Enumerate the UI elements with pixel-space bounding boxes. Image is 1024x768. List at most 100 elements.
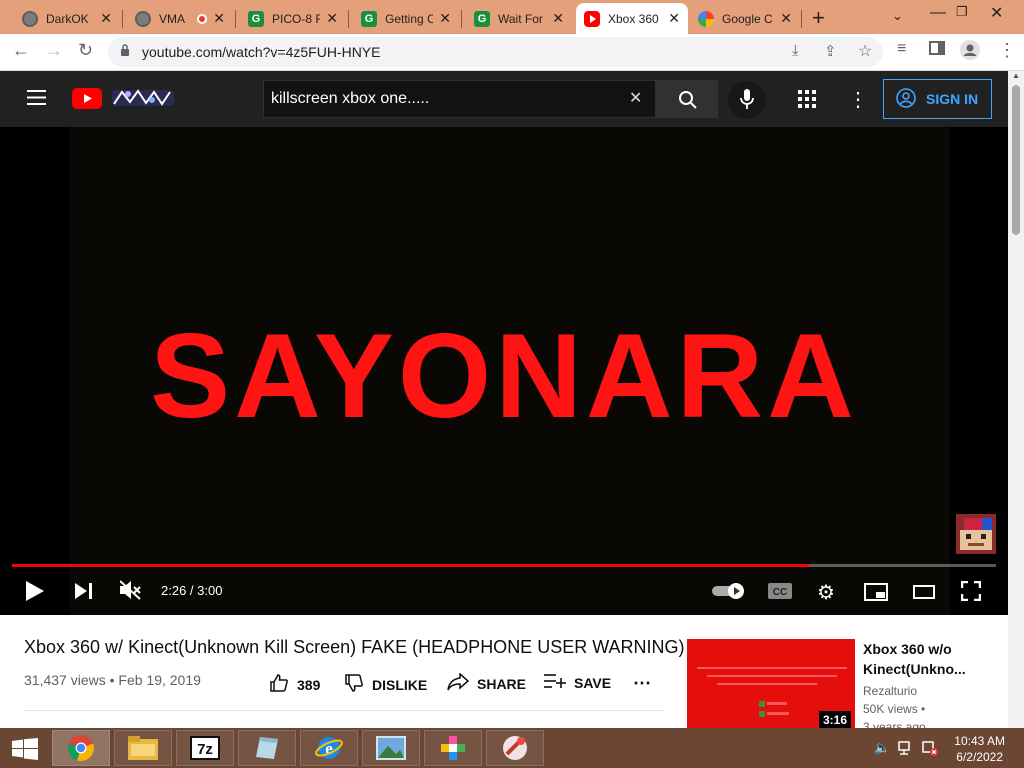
windows-start-icon[interactable] (12, 738, 38, 765)
taskbar-image-viewer[interactable] (362, 730, 420, 766)
new-tab-icon[interactable]: + (812, 5, 825, 31)
like-button[interactable]: 389 (269, 673, 320, 696)
taskbar-clock[interactable]: 10:43 AM 6/2/2022 (954, 733, 1005, 765)
search-input-value: killscreen xbox one..... (271, 90, 430, 107)
page-scrollbar[interactable]: ▲ (1008, 71, 1024, 728)
close-window-icon[interactable]: ✕ (990, 3, 1003, 23)
tab-waitfor[interactable]: G Wait For ✕ (466, 3, 572, 34)
close-icon[interactable]: ✕ (668, 10, 680, 27)
hamburger-menu-icon[interactable] (27, 90, 46, 110)
seek-bar-played (12, 564, 810, 567)
restore-icon[interactable]: ❐ (956, 4, 968, 20)
tab-getting[interactable]: G Getting C ✕ (353, 3, 459, 34)
like-count: 389 (297, 676, 321, 693)
seek-bar[interactable] (12, 564, 996, 567)
theater-mode-icon[interactable] (913, 585, 935, 604)
search-input[interactable]: killscreen xbox one..... ✕ (263, 80, 656, 118)
recommended-title[interactable]: Xbox 360 w/o Kinect(Unkno... (863, 639, 966, 679)
g-icon: G (248, 10, 264, 27)
autoplay-toggle[interactable] (712, 582, 746, 605)
close-icon[interactable]: ✕ (326, 10, 338, 27)
tab-divider (801, 10, 802, 28)
settings-kebab-icon[interactable]: ⋮ (848, 87, 868, 112)
youtube-doodle-logo[interactable] (108, 86, 176, 115)
scrollbar-thumb[interactable] (1012, 85, 1020, 235)
subtitles-cc-icon[interactable]: CC (768, 583, 792, 604)
bookmark-star-icon[interactable]: ☆ (858, 41, 872, 61)
close-icon[interactable]: ✕ (213, 10, 225, 27)
video-player[interactable]: SAYONARA 2:26 / 3:00 CC ⚙ (0, 127, 1008, 615)
taskbar-file-explorer[interactable] (114, 730, 172, 766)
tab-google[interactable]: Google C ✕ (690, 3, 800, 34)
youtube-header: killscreen xbox one..... ✕ ⋮ SIGN IN (0, 71, 1008, 127)
voice-search-button[interactable] (728, 81, 766, 119)
action-center-alert-icon[interactable] (922, 740, 938, 761)
miniplayer-icon[interactable] (864, 583, 888, 606)
dislike-button[interactable]: DISLIKE (344, 673, 427, 696)
fullscreen-icon[interactable] (960, 580, 982, 606)
tab-vma[interactable]: VMA ✕ (127, 3, 233, 34)
taskbar-tool-app[interactable] (486, 730, 544, 766)
taskbar-notes-app[interactable] (238, 730, 296, 766)
recommended-channel[interactable]: Rezalturio (863, 684, 917, 698)
play-icon[interactable] (26, 581, 44, 606)
back-icon[interactable]: ← (12, 40, 30, 61)
more-actions-icon[interactable]: ⋯ (633, 673, 651, 694)
reload-icon[interactable]: ↻ (78, 40, 93, 61)
share-icon[interactable]: ⇪ (824, 42, 837, 60)
video-overlay-text: SAYONARA (150, 309, 858, 443)
tab-darkok[interactable]: DarkOK ✕ (14, 3, 120, 34)
tab-label: Wait For (498, 11, 543, 26)
share-arrow-icon (447, 672, 470, 694)
minimize-icon[interactable]: — (930, 4, 946, 22)
clear-search-icon[interactable]: ✕ (629, 81, 642, 117)
tab-xbox360[interactable]: Xbox 360 ✕ (576, 3, 688, 34)
chrome-icon (67, 735, 95, 762)
clock-date: 6/2/2022 (956, 750, 1003, 764)
folder-icon (128, 736, 158, 760)
close-icon[interactable]: ✕ (100, 10, 112, 27)
g-icon: G (361, 10, 377, 27)
search-button[interactable] (656, 80, 718, 118)
settings-gear-icon[interactable]: ⚙ (817, 580, 835, 605)
mute-icon[interactable] (119, 580, 142, 605)
tab-pico8[interactable]: G PICO-8 F ✕ (240, 3, 346, 34)
network-icon[interactable] (898, 740, 914, 761)
recommended-thumbnail[interactable]: 3:16 (687, 639, 855, 729)
taskbar-internet-explorer[interactable]: e (300, 730, 358, 766)
tab-label: Getting C (385, 11, 434, 26)
tab-divider (461, 10, 462, 28)
globe-icon (135, 10, 151, 27)
channel-watermark[interactable] (956, 514, 996, 554)
youtube-logo-icon[interactable] (72, 88, 102, 114)
scroll-up-arrow-icon[interactable]: ▲ (1012, 71, 1020, 80)
tab-search-chevron-icon[interactable]: ⌄ (892, 8, 903, 24)
apps-grid-icon[interactable] (798, 90, 816, 113)
address-bar[interactable]: youtube.com/watch?v=4z5FUH-HNYE ⤓ ⇪ ☆ (108, 37, 883, 67)
lock-icon (120, 44, 130, 62)
save-button[interactable]: SAVE (544, 673, 611, 692)
next-video-icon[interactable] (75, 583, 93, 604)
share-button[interactable]: SHARE (447, 672, 526, 694)
windows-taskbar: 7z e 🔈 10:43 AM 6/2/2022 (0, 728, 1024, 768)
volume-icon[interactable]: 🔈 (874, 740, 890, 756)
taskbar-7zip[interactable]: 7z (176, 730, 234, 766)
close-icon[interactable]: ✕ (780, 10, 792, 27)
recording-icon (197, 13, 208, 24)
profile-icon[interactable] (960, 40, 980, 65)
sign-in-label: SIGN IN (926, 91, 979, 107)
close-icon[interactable]: ✕ (552, 10, 564, 27)
tab-label: DarkOK (46, 11, 89, 26)
taskbar-chrome[interactable] (52, 730, 110, 766)
recommended-views: 50K views • (863, 702, 926, 716)
tab-divider (235, 10, 236, 28)
close-icon[interactable]: ✕ (439, 10, 451, 27)
menu-kebab-icon[interactable]: ⋮ (998, 40, 1016, 61)
install-icon[interactable]: ⤓ (792, 42, 799, 59)
taskbar-paint-app[interactable] (424, 730, 482, 766)
forward-icon[interactable]: → (45, 40, 63, 61)
sign-in-button[interactable]: SIGN IN (883, 79, 992, 119)
side-panel-icon[interactable] (929, 40, 945, 61)
media-control-icon[interactable]: ≡ (897, 40, 906, 58)
color-plus-icon (441, 736, 465, 760)
